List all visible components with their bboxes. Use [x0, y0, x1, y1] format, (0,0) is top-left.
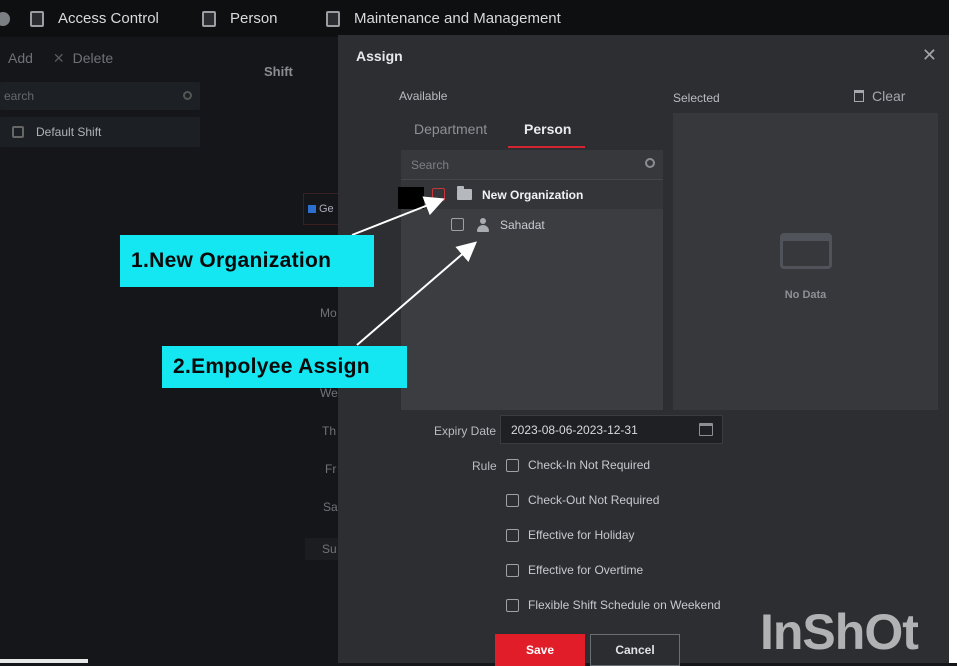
arrow-to-organization	[351, 196, 445, 236]
callout-employee-assign: 2.Empolyee Assign	[162, 346, 407, 388]
window-edge	[949, 0, 957, 663]
arrow-to-employee	[356, 241, 478, 346]
callout-new-organization: 1.New Organization	[120, 235, 374, 287]
taskbar-edge	[0, 659, 88, 663]
annotation-arrows	[351, 196, 478, 346]
watermark-logo: InShOt	[760, 604, 919, 660]
